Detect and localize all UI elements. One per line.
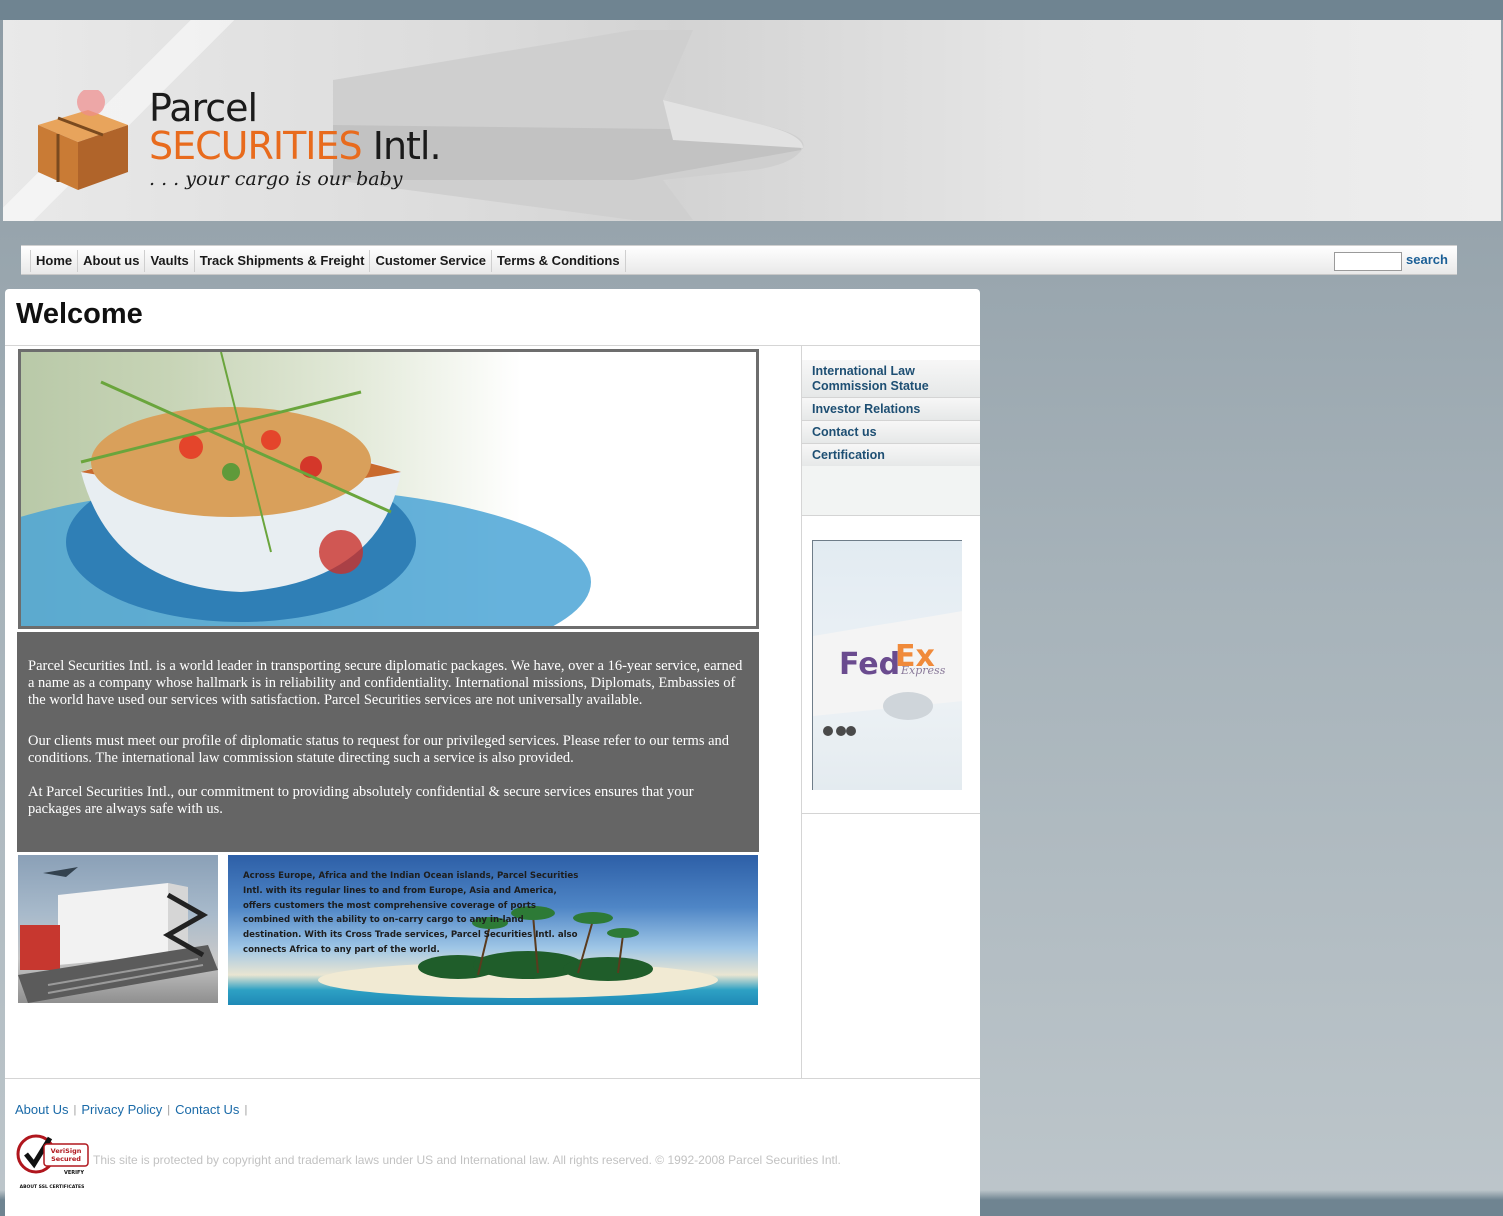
nav-vaults[interactable]: Vaults (145, 250, 195, 272)
nav-track-shipments[interactable]: Track Shipments & Freight (195, 250, 371, 272)
fedex-logo-fed: Fed (839, 647, 900, 682)
logo-intl-word: Intl. (372, 124, 442, 168)
search-input[interactable] (1334, 252, 1402, 271)
nav-terms-conditions[interactable]: Terms & Conditions (492, 250, 626, 272)
beach-island-image: Across Europe, Africa and the Indian Oce… (228, 855, 758, 1005)
verisign-seal-line1: VeriSign (51, 1147, 82, 1155)
sidebar-divider (802, 813, 980, 814)
hero-food-image (18, 349, 759, 629)
parcel-box-logo (38, 90, 128, 190)
header-banner: Parcel SECURITIES Intl. . . . your cargo… (3, 20, 1501, 221)
intro-paragraph: Our clients must meet our profile of dip… (28, 733, 730, 766)
sidebar-link-investor-relations[interactable]: Investor Relations (802, 398, 980, 421)
copyright-notice: This site is protected by copyright and … (93, 1153, 841, 1167)
footer-separator: | (244, 1104, 248, 1116)
nav-about-us[interactable]: About us (78, 250, 146, 272)
verisign-seal-line2: Secured (51, 1155, 81, 1163)
sidebar-link-certification[interactable]: Certification (802, 444, 980, 467)
verisign-seal-verify: VERIFY (64, 1170, 84, 1176)
logo-text-securities: SECURITIES Intl. (149, 124, 442, 168)
footer-separator: | (167, 1104, 171, 1116)
sidebar-link-contact-us[interactable]: Contact us (802, 421, 980, 444)
fedex-logo-express: Express (900, 664, 946, 677)
search-button[interactable]: search (1406, 252, 1448, 267)
page-title: Welcome (16, 298, 143, 330)
coverage-caption: Across Europe, Africa and the Indian Oce… (243, 871, 579, 955)
intro-paragraph: Parcel Securities Intl. is a world leade… (28, 658, 743, 708)
truck-lift-image (18, 855, 218, 1003)
nav-home[interactable]: Home (31, 250, 79, 272)
intro-paragraph: At Parcel Securities Intl., our commitme… (28, 784, 694, 817)
logo-securities-word: SECURITIES (149, 124, 363, 168)
verisign-seal-caption: ABOUT SSL CERTIFICATES (20, 1184, 85, 1190)
nav-customer-service[interactable]: Customer Service (370, 250, 493, 272)
intro-text-box: Parcel Securities Intl. is a world leade… (17, 632, 759, 852)
sidebar-spacer (802, 466, 980, 516)
sidebar-link-law-commission[interactable]: International Law Commission Statue (802, 360, 980, 398)
footer-link-about-us[interactable]: About Us (15, 1102, 68, 1118)
divider (5, 345, 980, 346)
content-panel: Welcome Parcel Securities Intl. is a wor… (5, 289, 980, 1216)
logo-tagline: . . . your cargo is our baby (149, 168, 403, 190)
nav-menu: Home About us Vaults Track Shipments & F… (30, 250, 626, 272)
divider (5, 1078, 980, 1079)
footer-links: About Us | Privacy Policy | Contact Us | (15, 1102, 252, 1118)
footer-link-privacy-policy[interactable]: Privacy Policy (81, 1102, 162, 1118)
footer-link-contact-us[interactable]: Contact Us (175, 1102, 239, 1118)
footer-separator: | (73, 1104, 77, 1116)
verisign-seal-icon[interactable]: VeriSign Secured VERIFY ABOUT SSL CERTIF… (14, 1132, 90, 1192)
fedex-plane-image: Fed Ex Express (812, 540, 962, 790)
top-nav: Home About us Vaults Track Shipments & F… (21, 245, 1457, 275)
